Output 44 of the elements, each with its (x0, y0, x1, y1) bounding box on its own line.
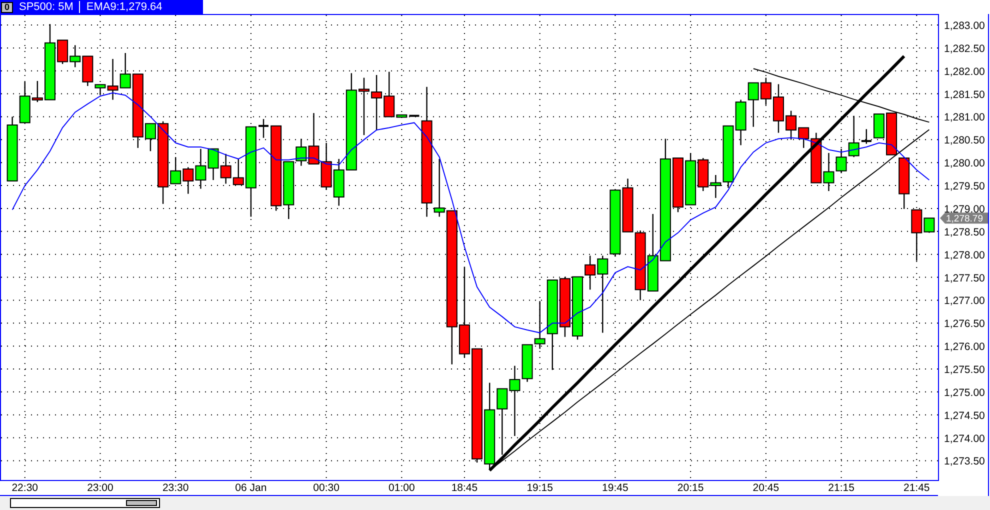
axis-label: 21:15 (828, 482, 854, 494)
axis-label: 1,279.50 (944, 180, 985, 193)
axis-label: 1,276.00 (944, 341, 985, 354)
axis-label: 19:15 (526, 482, 553, 494)
axis-label: 1,280.50 (944, 134, 985, 147)
axis-label: 1,274.50 (944, 410, 985, 422)
scrollbar[interactable] (10, 498, 160, 508)
indicator-label: EMA9:1,279.64 (86, 1, 162, 13)
axis-label: 1,275.50 (944, 364, 985, 376)
symbol-label: SP500: 5M (19, 1, 74, 13)
axis-label: 1,279.00 (944, 203, 985, 216)
axis-label: 1,280.00 (944, 158, 985, 170)
axis-label: 1,277.50 (944, 272, 985, 284)
axis-label: 20:15 (677, 482, 704, 494)
axis-label: 18:45 (451, 482, 478, 494)
candlestick (208, 148, 219, 180)
axis-label: 1,275.00 (944, 386, 985, 399)
axis-label: 1,282.00 (944, 66, 985, 78)
axis-label: 1,278.00 (944, 249, 985, 262)
axis-label: 00:30 (313, 482, 340, 494)
axis-label: 23:00 (87, 482, 114, 494)
menu-button[interactable]: 0 (1, 2, 13, 12)
candlestick (886, 112, 898, 156)
axis-label: 21:45 (904, 482, 930, 494)
axis-label: 06 Jan (235, 482, 267, 494)
axis-label: 1,278.50 (944, 226, 985, 238)
axis-label: 1,281.50 (944, 88, 985, 101)
scrollbar-thumb[interactable] (126, 500, 157, 506)
candlestick (409, 114, 420, 117)
candlestick (371, 75, 382, 130)
axis-label: 1,282.50 (944, 42, 985, 55)
axis-label: 1,273.50 (944, 456, 985, 468)
axis-label: 1,274.00 (944, 432, 985, 445)
axis-label: 1,276.50 (944, 318, 985, 330)
axis-label: 20:45 (752, 482, 780, 494)
axis-label: 1,281.00 (944, 112, 985, 124)
axis-label: 23:30 (162, 482, 189, 494)
axis-label: 22:30 (12, 482, 38, 494)
last-price-tag: 1,278.79 (940, 212, 988, 225)
axis-label: 19:45 (602, 482, 628, 494)
axis-label: 01:00 (388, 482, 415, 494)
candlestick (258, 119, 268, 138)
axis-label: 1,277.00 (944, 295, 985, 308)
axis-label: 1,283.00 (944, 20, 985, 32)
